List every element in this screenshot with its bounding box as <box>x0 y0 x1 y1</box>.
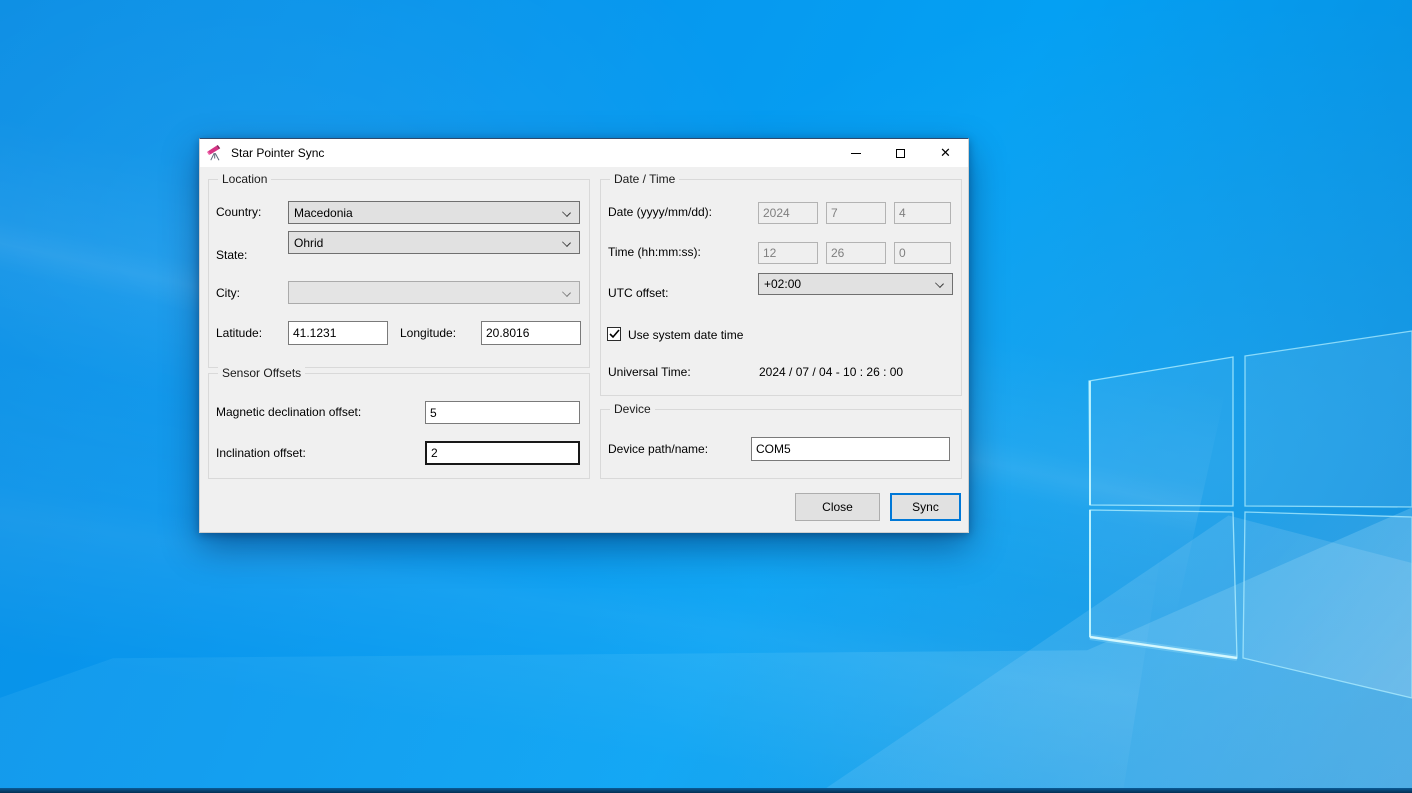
chevron-down-icon <box>562 238 571 247</box>
minimize-icon <box>851 153 861 154</box>
state-label: State: <box>216 247 247 263</box>
country-value: Macedonia <box>294 206 353 220</box>
state-value: Ohrid <box>294 236 323 250</box>
maximize-button[interactable] <box>878 139 923 167</box>
universal-time-label: Universal Time: <box>608 364 691 380</box>
device-path-input[interactable] <box>751 437 950 461</box>
longitude-label: Longitude: <box>400 325 456 341</box>
datetime-legend: Date / Time <box>610 172 679 186</box>
date-label: Date (yyyy/mm/dd): <box>608 204 712 220</box>
maximize-icon <box>896 149 905 158</box>
time-label: Time (hh:mm:ss): <box>608 244 701 260</box>
country-label: Country: <box>216 204 261 220</box>
latitude-input[interactable] <box>288 321 388 345</box>
use-system-checkbox[interactable] <box>607 327 621 341</box>
latitude-label: Latitude: <box>216 325 262 341</box>
time-second-input[interactable] <box>894 242 951 264</box>
country-select[interactable]: Macedonia <box>288 201 580 224</box>
screen-bottom-edge <box>0 788 1412 793</box>
windows-logo <box>1060 320 1412 720</box>
star-pointer-sync-window: Star Pointer Sync ✕ Location Country: Ma… <box>199 138 969 533</box>
chevron-down-icon <box>935 279 944 288</box>
titlebar[interactable]: Star Pointer Sync ✕ <box>200 139 968 167</box>
use-system-label: Use system date time <box>628 327 743 343</box>
caption-buttons: ✕ <box>833 139 968 167</box>
universal-time-value: 2024 / 07 / 04 - 10 : 26 : 00 <box>759 364 903 380</box>
close-window-button[interactable]: ✕ <box>923 139 968 167</box>
date-year-input[interactable] <box>758 202 818 224</box>
window-title: Star Pointer Sync <box>231 146 324 160</box>
state-select[interactable]: Ohrid <box>288 231 580 254</box>
minimize-button[interactable] <box>833 139 878 167</box>
time-minute-input[interactable] <box>826 242 886 264</box>
check-icon <box>609 329 620 339</box>
city-select[interactable] <box>288 281 580 304</box>
desktop-wallpaper: Star Pointer Sync ✕ Location Country: Ma… <box>0 0 1412 793</box>
inclination-offset-label: Inclination offset: <box>216 445 306 461</box>
utc-offset-value: +02:00 <box>764 277 801 291</box>
sync-button[interactable]: Sync <box>890 493 961 521</box>
longitude-input[interactable] <box>481 321 581 345</box>
magnetic-declination-label: Magnetic declination offset: <box>216 404 361 420</box>
close-button[interactable]: Close <box>795 493 880 521</box>
device-path-label: Device path/name: <box>608 441 708 457</box>
sensor-offsets-legend: Sensor Offsets <box>218 366 305 380</box>
device-legend: Device <box>610 402 655 416</box>
chevron-down-icon <box>562 288 571 297</box>
telescope-icon <box>207 145 223 161</box>
close-icon: ✕ <box>940 147 951 160</box>
utc-offset-label: UTC offset: <box>608 285 668 301</box>
date-month-input[interactable] <box>826 202 886 224</box>
inclination-offset-input[interactable] <box>425 441 580 465</box>
location-legend: Location <box>218 172 271 186</box>
magnetic-declination-input[interactable] <box>425 401 580 424</box>
time-hour-input[interactable] <box>758 242 818 264</box>
chevron-down-icon <box>562 208 571 217</box>
city-label: City: <box>216 285 240 301</box>
date-day-input[interactable] <box>894 202 951 224</box>
utc-offset-select[interactable]: +02:00 <box>758 273 953 295</box>
